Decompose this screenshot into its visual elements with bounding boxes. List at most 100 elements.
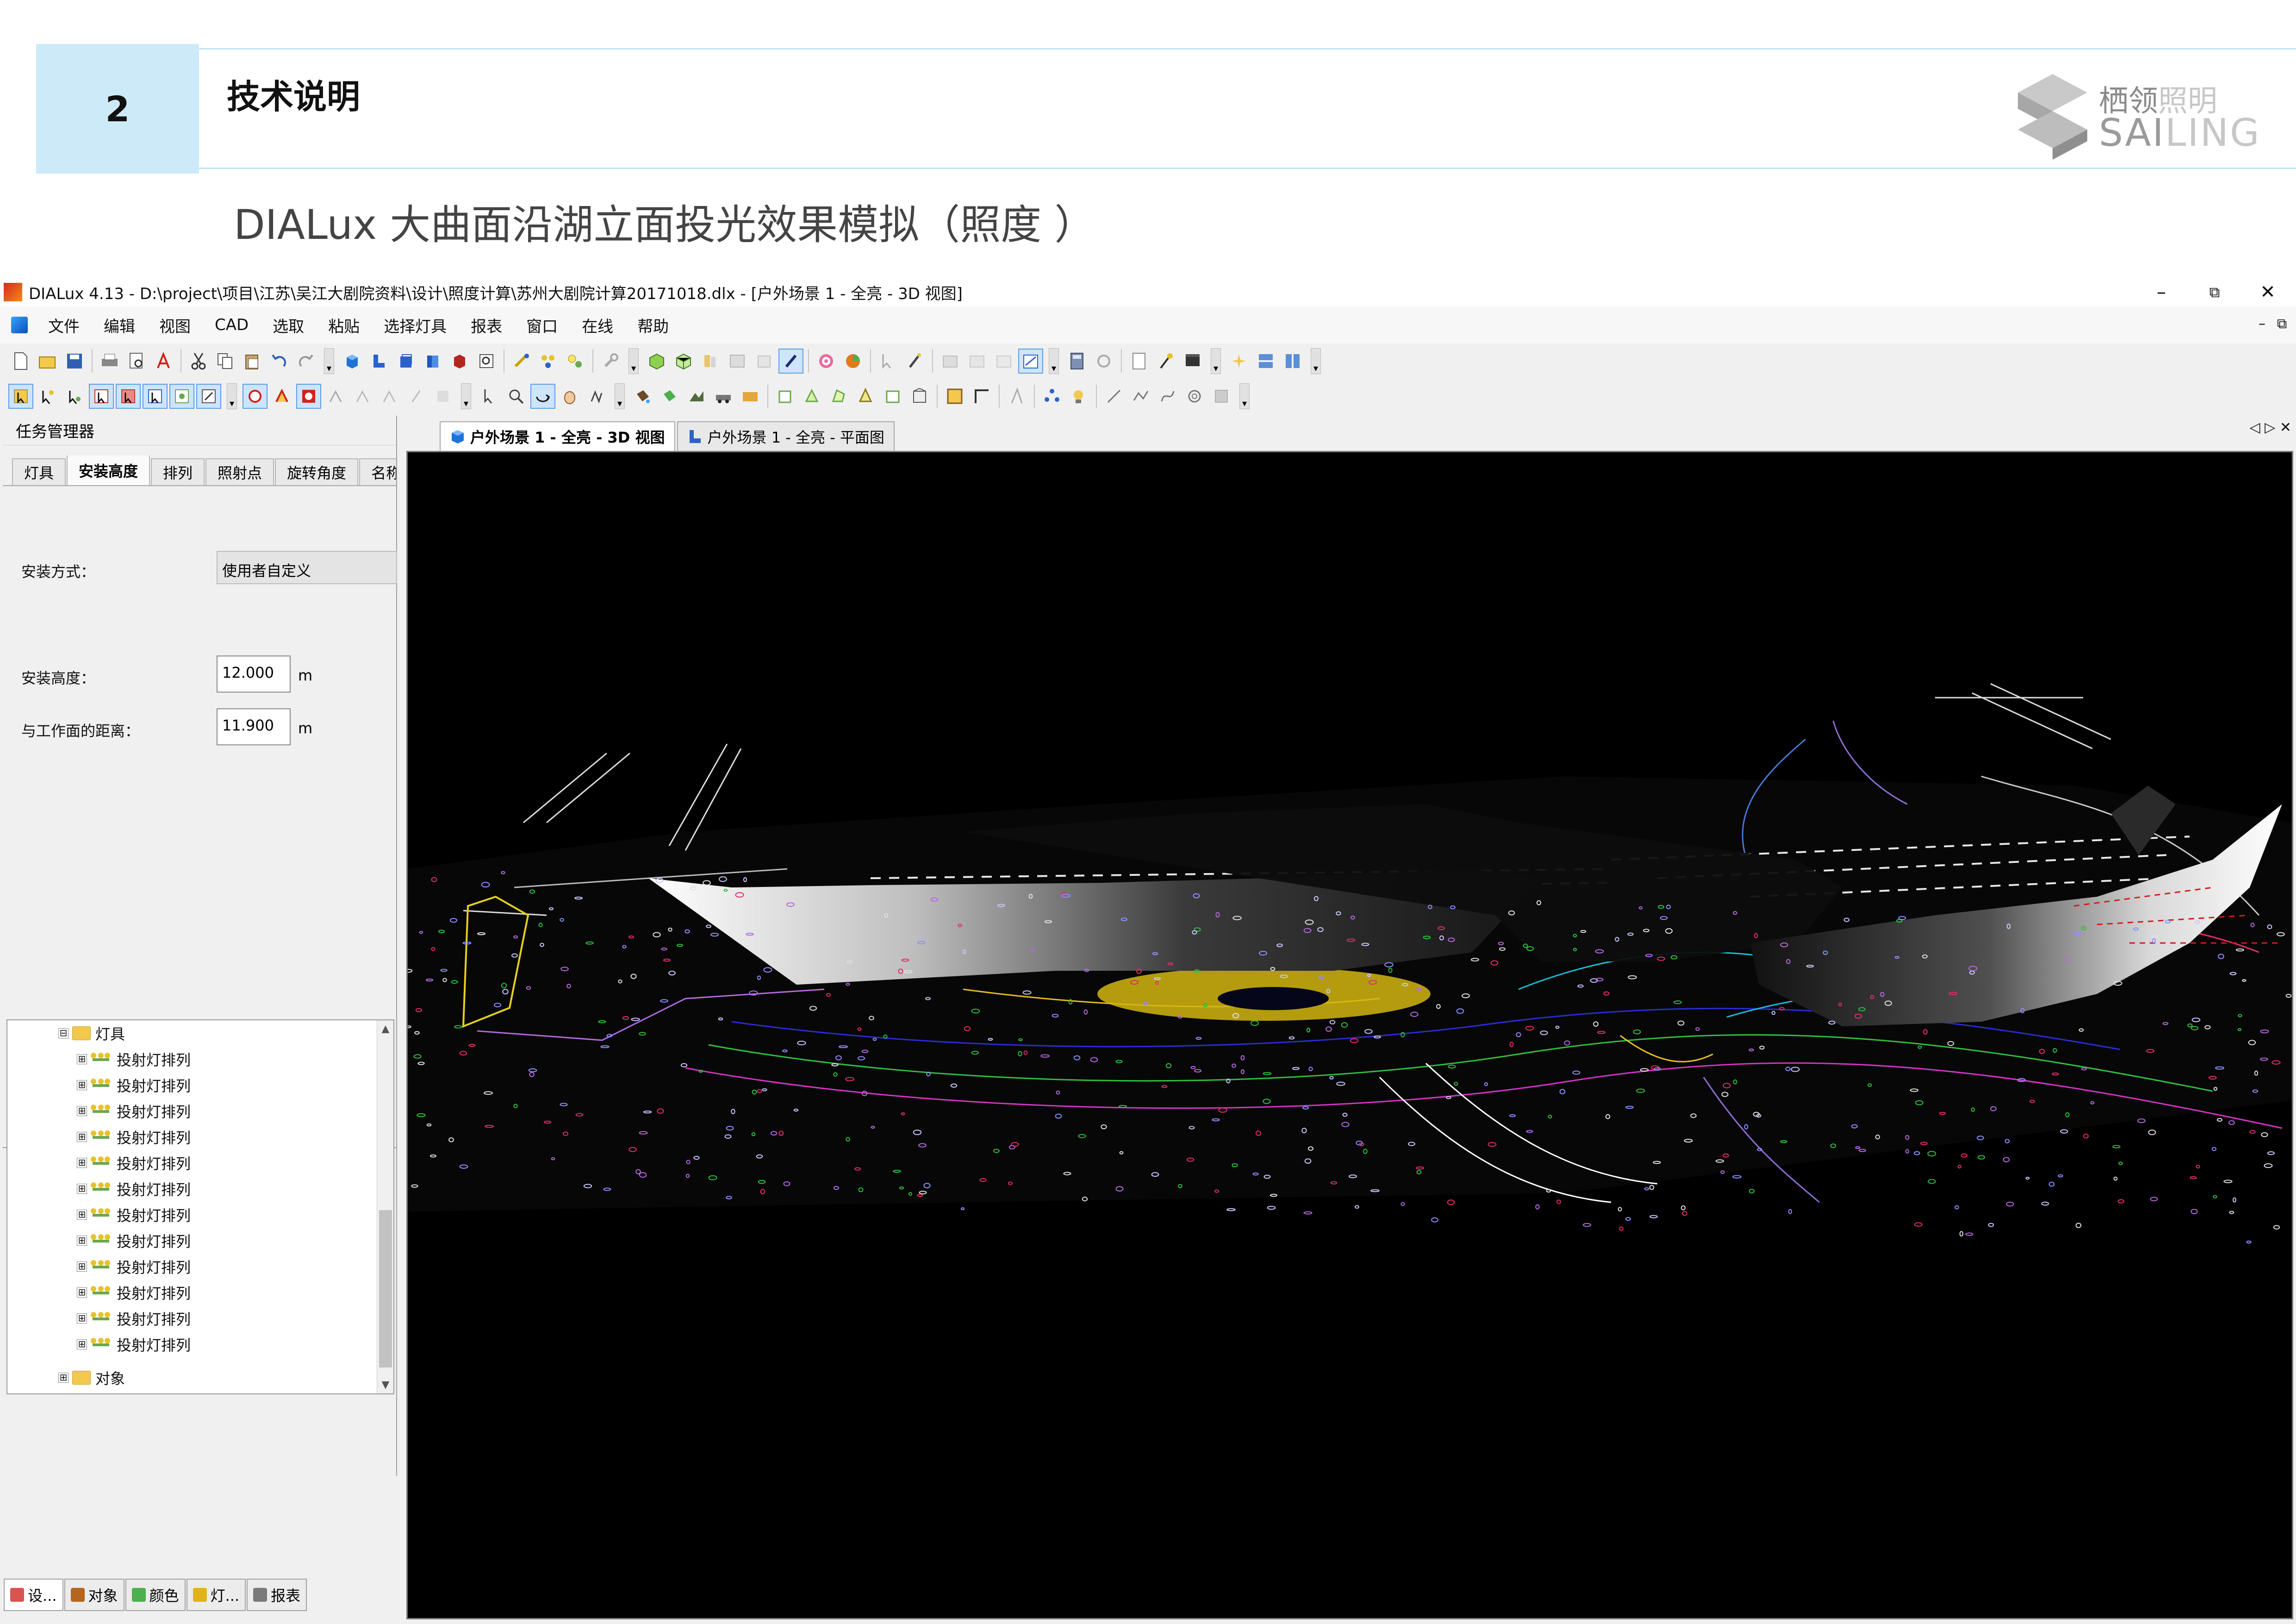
cut-icon[interactable] (187, 350, 210, 373)
toolbar-grip[interactable]: ▾ (1239, 383, 1250, 409)
select-grid-icon[interactable] (89, 384, 114, 409)
menu-online[interactable]: 在线 (570, 314, 625, 337)
select-room-icon[interactable] (36, 385, 59, 408)
toolbar-grip[interactable]: ▾ (1311, 348, 1321, 374)
tree-expand-icon[interactable]: ⊞ (77, 1184, 87, 1194)
tree-expand-icon[interactable]: ⊞ (77, 1132, 87, 1142)
rotate-red-icon[interactable] (243, 384, 268, 409)
luminaire-group-icon[interactable] (564, 350, 587, 373)
menu-view[interactable]: 视图 (147, 314, 203, 337)
restore-button[interactable]: ⧉ (2191, 278, 2238, 306)
tab-name[interactable]: 名称 (359, 458, 396, 485)
terrain-icon[interactable] (685, 385, 708, 408)
tree-item-luminaire-array[interactable]: ⊞ 投射灯排列 (77, 1046, 191, 1072)
zoom-window-icon[interactable] (475, 350, 498, 373)
tab-colors[interactable]: 颜色 (125, 1579, 186, 1611)
tab-objects[interactable]: 对象 (64, 1579, 124, 1611)
tree-expand-icon[interactable]: ⊞ (77, 1287, 87, 1298)
scroll-up-icon[interactable]: ▲ (377, 1023, 394, 1035)
paint-bucket-icon[interactable] (631, 385, 654, 408)
film-icon[interactable] (1181, 350, 1204, 373)
tilt-e-icon[interactable] (431, 385, 454, 408)
curve-tool-icon[interactable] (1156, 385, 1179, 408)
rotate-red2-icon[interactable] (296, 384, 321, 409)
luminaire-array-icon[interactable] (537, 350, 560, 373)
tab-next-icon[interactable]: ▷ (2265, 419, 2275, 436)
calc-surface-icon[interactable] (672, 350, 695, 373)
tile-vertical-icon[interactable] (1281, 350, 1304, 373)
tab-close-icon[interactable]: ✕ (2280, 419, 2291, 436)
toolbar-grip[interactable]: ▾ (628, 348, 639, 374)
3d-view-icon[interactable] (341, 350, 364, 373)
wrench-icon[interactable] (599, 350, 622, 373)
tree-item-luminaire-array[interactable]: ⊞ 投射灯排列 (77, 1072, 191, 1098)
toolbar-grip[interactable]: ▾ (461, 383, 471, 409)
table-a-icon[interactable] (939, 350, 962, 373)
document-icon[interactable] (1127, 350, 1151, 373)
target-icon[interactable] (815, 350, 838, 373)
tilt-a-icon[interactable] (324, 385, 347, 408)
tree-item-luminaire-array[interactable]: ⊞ 投射灯排列 (77, 1124, 191, 1150)
menu-select-luminaire[interactable]: 选择灯具 (372, 314, 459, 337)
menu-cad[interactable]: CAD (203, 316, 261, 334)
new-file-icon[interactable] (9, 350, 32, 373)
tree-expand-icon[interactable]: ⊞ (77, 1158, 87, 1168)
green-shape-e-icon[interactable] (881, 385, 904, 408)
circle-tool-icon[interactable] (1183, 385, 1206, 408)
close-button[interactable]: ✕ (2245, 278, 2291, 306)
color-sphere-icon[interactable] (841, 350, 865, 373)
mailbox-icon[interactable] (739, 385, 762, 408)
scroll-down-icon[interactable]: ▼ (377, 1379, 394, 1391)
workplane-distance-input[interactable]: 11.900 (217, 708, 291, 745)
tab-luminaires[interactable]: 灯... (186, 1579, 246, 1611)
floor-plan-icon[interactable] (367, 350, 391, 373)
toolbar-grip[interactable]: ▾ (324, 348, 334, 374)
tree-item-luminaire-array[interactable]: ⊞ 投射灯排列 (77, 1280, 191, 1305)
tree-expand-icon[interactable]: ⊞ (58, 1373, 68, 1383)
green-shape-a-icon[interactable] (774, 385, 797, 408)
tree-expand-icon[interactable]: ⊞ (77, 1106, 87, 1116)
tab-luminaire[interactable]: 灯具 (12, 458, 66, 485)
pointer-icon[interactable] (478, 385, 501, 408)
tree-expand-icon[interactable]: ⊞ (77, 1262, 87, 1272)
menu-file[interactable]: 文件 (36, 314, 92, 337)
tree-expand-icon[interactable]: ⊞ (77, 1080, 87, 1090)
select-rotate-icon[interactable] (196, 384, 221, 409)
menu-help[interactable]: 帮助 (625, 314, 681, 337)
pen-tool-icon[interactable] (903, 350, 927, 373)
dxf-layer-icon[interactable] (753, 350, 776, 373)
tree-item-luminaire-array[interactable]: ⊞ 投射灯排列 (77, 1305, 191, 1331)
pan-hand-icon[interactable] (558, 385, 581, 408)
select-object-icon[interactable] (143, 384, 168, 409)
corner-icon[interactable] (970, 385, 993, 408)
tab-rotation-angle[interactable]: 旋转角度 (275, 458, 359, 485)
walk-icon[interactable] (585, 385, 608, 408)
tab-floor-plan[interactable]: 户外场景 1 - 全亮 - 平面图 (677, 421, 895, 451)
print-icon[interactable] (98, 350, 121, 373)
tree-item-luminaire-array[interactable]: ⊞ 投射灯排列 (77, 1331, 191, 1357)
tree-item-luminaire-array[interactable]: ⊞ 投射灯排列 (77, 1098, 191, 1124)
pencil-draw-icon[interactable] (778, 349, 803, 374)
mdi-minimize-button[interactable]: – (2259, 316, 2265, 332)
tree-collapse-icon[interactable]: ⊟ (58, 1028, 68, 1038)
tilt-b-icon[interactable] (351, 385, 374, 408)
select-calc-point-icon[interactable] (169, 384, 194, 409)
tab-mounting-height[interactable]: 安装高度 (67, 456, 150, 485)
tree-folder-luminaires[interactable]: ⊟ 灯具 (58, 1020, 125, 1046)
refresh-icon[interactable] (1092, 350, 1115, 373)
rotate-yellow-icon[interactable] (270, 385, 293, 408)
calc-objects-icon[interactable] (645, 350, 668, 373)
green-paint-icon[interactable] (658, 385, 681, 408)
select-surface-icon[interactable] (116, 384, 141, 409)
tile-horizontal-icon[interactable] (1254, 350, 1277, 373)
dxf-export-icon[interactable] (1018, 349, 1043, 374)
redo-icon[interactable] (294, 350, 317, 373)
mdi-restore-button[interactable]: ⧉ (2277, 316, 2287, 332)
people-icon[interactable] (1040, 385, 1064, 408)
dxf-import-icon[interactable] (726, 350, 749, 373)
toolbar-grip[interactable]: ▾ (615, 383, 625, 409)
lightbulb-icon[interactable] (1067, 385, 1090, 408)
side-view-icon[interactable] (421, 350, 444, 373)
sparkle-icon[interactable] (1227, 350, 1251, 373)
guide-icon[interactable] (1005, 385, 1028, 408)
